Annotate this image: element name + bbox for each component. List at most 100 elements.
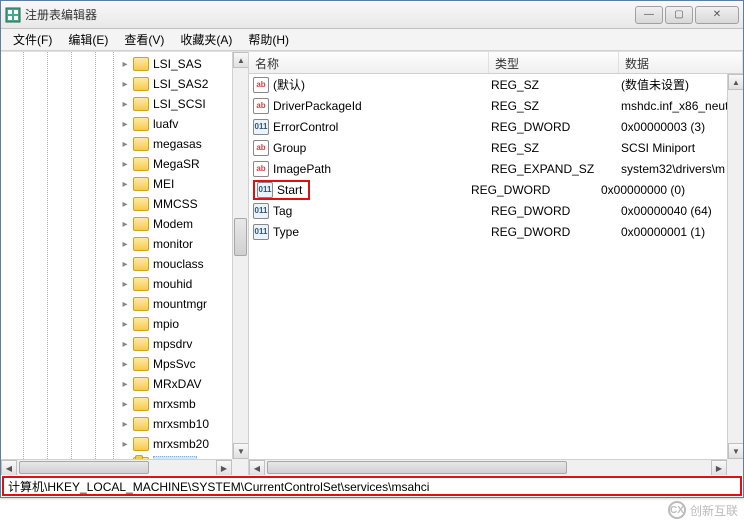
statusbar: 计算机\HKEY_LOCAL_MACHINE\SYSTEM\CurrentCon… xyxy=(2,476,742,496)
expand-icon[interactable]: ▸ xyxy=(119,198,131,210)
tree-item-megasr[interactable]: ▸MegaSR xyxy=(1,154,232,174)
tree-item-mouclass[interactable]: ▸mouclass xyxy=(1,254,232,274)
cell-type: REG_DWORD xyxy=(491,225,621,239)
expand-icon[interactable]: ▸ xyxy=(119,218,131,230)
scroll-down-button[interactable]: ▼ xyxy=(728,443,743,459)
scroll-left-button[interactable]: ◀ xyxy=(1,460,17,475)
tree-item-megasas[interactable]: ▸megasas xyxy=(1,134,232,154)
expand-icon[interactable]: ▸ xyxy=(119,118,131,130)
tree-item-mrxsmb10[interactable]: ▸mrxsmb10 xyxy=(1,414,232,434)
tree-item-label: LSI_SAS2 xyxy=(153,77,208,91)
titlebar[interactable]: 注册表编辑器 — ▢ ✕ xyxy=(1,1,743,29)
tree-item-label: mpio xyxy=(153,317,179,331)
expand-icon[interactable]: ▸ xyxy=(119,58,131,70)
tree-item-mpio[interactable]: ▸ mpio xyxy=(1,314,232,334)
tree-item-mrxdav[interactable]: ▸MRxDAV xyxy=(1,374,232,394)
tree-item-mrxsmb[interactable]: ▸mrxsmb xyxy=(1,394,232,414)
scroll-up-button[interactable]: ▲ xyxy=(728,74,743,90)
list-scrollbar-vertical[interactable]: ▲ ▼ xyxy=(727,74,743,459)
menubar: 文件(F) 编辑(E) 查看(V) 收藏夹(A) 帮助(H) xyxy=(1,29,743,51)
list-row[interactable]: abImagePathREG_EXPAND_SZsystem32\drivers… xyxy=(249,158,727,179)
scroll-thumb-h[interactable] xyxy=(19,461,149,474)
expand-icon[interactable]: ▸ xyxy=(119,418,131,430)
tree-item-mpsdrv[interactable]: ▸mpsdrv xyxy=(1,334,232,354)
list-row[interactable]: 011ErrorControlREG_DWORD0x00000003 (3) xyxy=(249,116,727,137)
scroll-track-v[interactable] xyxy=(728,90,743,443)
scroll-up-button[interactable]: ▲ xyxy=(233,52,249,68)
scroll-track-v[interactable] xyxy=(233,68,248,443)
expand-icon[interactable]: ▸ xyxy=(119,98,131,110)
tree-item-modem[interactable]: ▸Modem xyxy=(1,214,232,234)
scroll-track-h[interactable] xyxy=(265,460,711,475)
scroll-down-button[interactable]: ▼ xyxy=(233,443,249,459)
tree-item-mouhid[interactable]: ▸mouhid xyxy=(1,274,232,294)
tree-item-mei[interactable]: ▸MEI xyxy=(1,174,232,194)
cell-type: REG_DWORD xyxy=(491,204,621,218)
list-row[interactable]: 011TagREG_DWORD0x00000040 (64) xyxy=(249,200,727,221)
expand-icon[interactable]: ▸ xyxy=(119,238,131,250)
expand-icon[interactable]: ▸ xyxy=(119,78,131,90)
close-button[interactable]: ✕ xyxy=(695,6,739,24)
tree-item-mountmgr[interactable]: ▸mountmgr xyxy=(1,294,232,314)
cell-data: system32\drivers\m xyxy=(621,162,727,176)
cell-name: 011Start xyxy=(253,180,471,200)
tree-item-label: LSI_SAS xyxy=(153,57,202,71)
expand-icon[interactable]: ▸ xyxy=(119,178,131,190)
folder-icon xyxy=(133,237,149,251)
watermark-text: 创新互联 xyxy=(690,502,738,519)
scroll-thumb-v[interactable] xyxy=(234,218,247,256)
tree-item-mmcss[interactable]: ▸MMCSS xyxy=(1,194,232,214)
expand-icon[interactable]: ▸ xyxy=(119,298,131,310)
folder-icon xyxy=(133,277,149,291)
expand-icon[interactable]: ▸ xyxy=(119,438,131,450)
tree-item-lsi_sas2[interactable]: ▸ LSI_SAS2 xyxy=(1,74,232,94)
menu-edit[interactable]: 编辑(E) xyxy=(60,29,116,50)
list-row[interactable]: 011StartREG_DWORD0x00000000 (0) xyxy=(249,179,727,200)
expand-icon[interactable]: ▸ xyxy=(119,358,131,370)
tree-scrollbar-vertical[interactable]: ▲ ▼ xyxy=(232,52,248,459)
scroll-right-button[interactable]: ▶ xyxy=(216,460,232,475)
maximize-button[interactable]: ▢ xyxy=(665,6,693,24)
tree-item-mrxsmb20[interactable]: ▸mrxsmb20 xyxy=(1,434,232,454)
menu-view[interactable]: 查看(V) xyxy=(116,29,172,50)
tree-item-label: LSI_SCSI xyxy=(153,97,206,111)
tree-item-mpssvc[interactable]: ▸MpsSvc xyxy=(1,354,232,374)
string-value-icon: ab xyxy=(253,140,269,156)
expand-icon[interactable]: ▸ xyxy=(119,158,131,170)
list-row[interactable]: abDriverPackageIdREG_SZmshdc.inf_x86_neu… xyxy=(249,95,727,116)
list-scrollbar-horizontal[interactable]: ◀ ▶ xyxy=(249,459,727,475)
column-header-data[interactable]: 数据 xyxy=(619,52,743,73)
scroll-left-button[interactable]: ◀ xyxy=(249,460,265,475)
scroll-track-h[interactable] xyxy=(17,460,216,475)
column-header-type[interactable]: 类型 xyxy=(489,52,619,73)
folder-icon xyxy=(133,357,149,371)
expand-icon[interactable]: ▸ xyxy=(119,398,131,410)
minimize-button[interactable]: — xyxy=(635,6,663,24)
menu-file[interactable]: 文件(F) xyxy=(5,29,60,50)
tree-scroll[interactable]: ▸ LSI_SAS ▸ LSI_SAS2 ▸ LSI_SCSI ▸luafv▸megasas… xyxy=(1,52,232,459)
list-row[interactable]: abGroupREG_SZSCSI Miniport xyxy=(249,137,727,158)
cell-name: DriverPackageId xyxy=(273,99,491,113)
expand-icon[interactable]: ▸ xyxy=(119,318,131,330)
tree-scrollbar-horizontal[interactable]: ◀ ▶ xyxy=(1,459,232,475)
folder-icon xyxy=(133,177,149,191)
column-header-name[interactable]: 名称 xyxy=(249,52,489,73)
menu-favorites[interactable]: 收藏夹(A) xyxy=(172,29,240,50)
cell-name: Tag xyxy=(273,204,491,218)
cell-type: REG_DWORD xyxy=(491,120,621,134)
scroll-thumb-h[interactable] xyxy=(267,461,567,474)
expand-icon[interactable]: ▸ xyxy=(119,138,131,150)
tree-item-monitor[interactable]: ▸monitor xyxy=(1,234,232,254)
expand-icon[interactable]: ▸ xyxy=(119,378,131,390)
expand-icon[interactable]: ▸ xyxy=(119,278,131,290)
list-body[interactable]: ab(默认)REG_SZ(数值未设置)abDriverPackageIdREG_… xyxy=(249,74,727,459)
list-row[interactable]: 011TypeREG_DWORD0x00000001 (1) xyxy=(249,221,727,242)
list-row[interactable]: ab(默认)REG_SZ(数值未设置) xyxy=(249,74,727,95)
tree-item-lsi_scsi[interactable]: ▸ LSI_SCSI xyxy=(1,94,232,114)
menu-help[interactable]: 帮助(H) xyxy=(240,29,297,50)
scroll-right-button[interactable]: ▶ xyxy=(711,460,727,475)
expand-icon[interactable]: ▸ xyxy=(119,338,131,350)
tree-item-luafv[interactable]: ▸luafv xyxy=(1,114,232,134)
expand-icon[interactable]: ▸ xyxy=(119,258,131,270)
tree-item-lsi_sas[interactable]: ▸ LSI_SAS xyxy=(1,54,232,74)
